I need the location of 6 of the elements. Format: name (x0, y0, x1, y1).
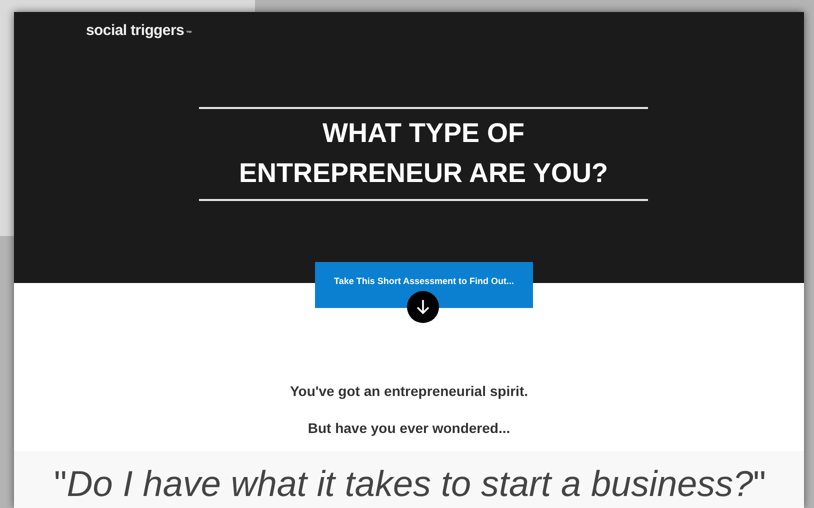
assessment-button[interactable]: Take This Short Assessment to Find Out... (315, 262, 533, 308)
hero-title-line: WHAT TYPE OF (322, 117, 526, 150)
quote-text: "Do I have what it takes to start a business?" (54, 463, 766, 504)
intro-text: But have you ever wondered... (306, 419, 512, 438)
intro-text: You've got an entrepreneurial spirit. (288, 382, 529, 401)
hero-title-line: ENTREPRENEUR ARE YOU? (238, 157, 610, 190)
